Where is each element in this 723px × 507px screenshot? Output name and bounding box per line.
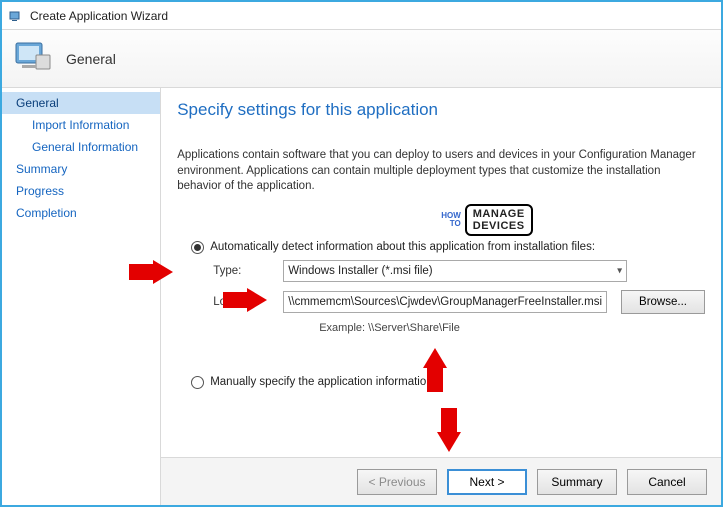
wizard-banner: General <box>2 30 721 88</box>
computer-icon <box>12 37 56 80</box>
step-progress[interactable]: Progress <box>2 180 160 202</box>
location-label: Location: <box>213 296 283 308</box>
option-manual[interactable]: Manually specify the application informa… <box>191 376 705 389</box>
next-button[interactable]: Next > <box>447 469 527 495</box>
step-import-information[interactable]: Import Information <box>2 114 160 136</box>
previous-button: < Previous <box>357 469 437 495</box>
wizard-steps: General Import Information General Infor… <box>2 88 161 505</box>
main-area: General Import Information General Infor… <box>2 88 721 505</box>
wizard-footer: < Previous Next > Summary Cancel <box>161 457 721 505</box>
step-general-information[interactable]: General Information <box>2 136 160 158</box>
watermark-logo: HOW TO MANAGE DEVICES <box>441 204 532 236</box>
radio-auto-detect[interactable] <box>191 241 204 254</box>
location-value: \\cmmemcm\Sources\Cjwdev\GroupManagerFre… <box>288 296 602 308</box>
watermark-text: DEVICES <box>473 220 525 232</box>
annotation-arrow-icon <box>437 408 461 452</box>
banner-title: General <box>66 51 116 67</box>
browse-button[interactable]: Browse... <box>621 290 705 314</box>
watermark-text: HOW <box>441 212 461 220</box>
watermark-text: MANAGE <box>473 208 525 220</box>
step-completion[interactable]: Completion <box>2 202 160 224</box>
type-label: Type: <box>213 265 283 277</box>
app-icon <box>8 8 24 24</box>
option-auto-detect[interactable]: Automatically detect information about t… <box>191 241 705 254</box>
step-summary[interactable]: Summary <box>2 158 160 180</box>
summary-button[interactable]: Summary <box>537 469 617 495</box>
watermark-text: TO <box>441 220 461 228</box>
option-auto-label: Automatically detect information about t… <box>210 241 595 254</box>
auto-detect-fields: Type: Windows Installer (*.msi file) ▾ L… <box>213 260 705 334</box>
location-example: Example: \\Server\Share\File <box>319 322 705 334</box>
window-title: Create Application Wizard <box>30 9 168 23</box>
title-bar: Create Application Wizard <box>2 2 721 30</box>
chevron-down-icon: ▾ <box>617 265 622 276</box>
cancel-button[interactable]: Cancel <box>627 469 707 495</box>
type-value: Windows Installer (*.msi file) <box>288 265 432 277</box>
content-pane: Specify settings for this application Ap… <box>161 88 721 505</box>
radio-manual[interactable] <box>191 376 204 389</box>
location-input[interactable]: \\cmmemcm\Sources\Cjwdev\GroupManagerFre… <box>283 291 607 313</box>
step-general[interactable]: General <box>2 92 160 114</box>
type-dropdown[interactable]: Windows Installer (*.msi file) ▾ <box>283 260 627 282</box>
page-description: Applications contain software that you c… <box>177 148 705 195</box>
option-manual-label: Manually specify the application informa… <box>210 376 432 388</box>
page-heading: Specify settings for this application <box>177 100 705 120</box>
